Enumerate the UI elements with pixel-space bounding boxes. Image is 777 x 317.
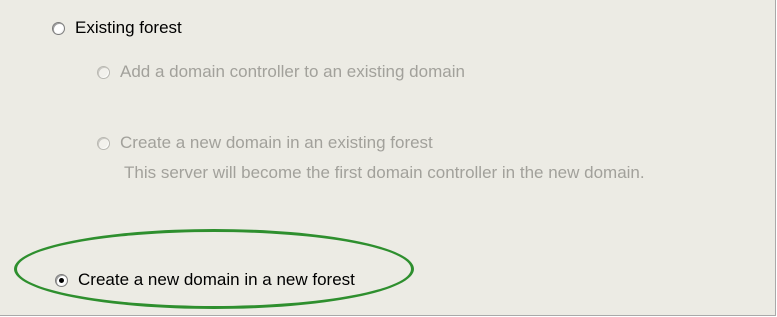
radio-button-existing-forest[interactable] — [52, 21, 65, 35]
radio-label-existing-forest: Existing forest — [75, 18, 182, 37]
radio-label-new-domain-existing-forest: Create a new domain in an existing fores… — [120, 133, 433, 152]
radio-new-domain-existing-forest: Create a new domain in an existing fores… — [97, 133, 433, 153]
radio-add-domain-controller: Add a domain controller to an existing d… — [97, 62, 465, 82]
radio-label-add-domain-controller: Add a domain controller to an existing d… — [120, 62, 465, 81]
domain-options-panel: Existing forest Add a domain controller … — [0, 0, 776, 316]
radio-button-new-domain-existing-forest — [97, 136, 110, 150]
highlight-ellipse — [14, 229, 414, 309]
radio-button-add-domain-controller — [97, 65, 110, 79]
new-domain-existing-forest-description: This server will become the first domain… — [124, 163, 645, 182]
radio-existing-forest[interactable]: Existing forest — [52, 18, 182, 38]
